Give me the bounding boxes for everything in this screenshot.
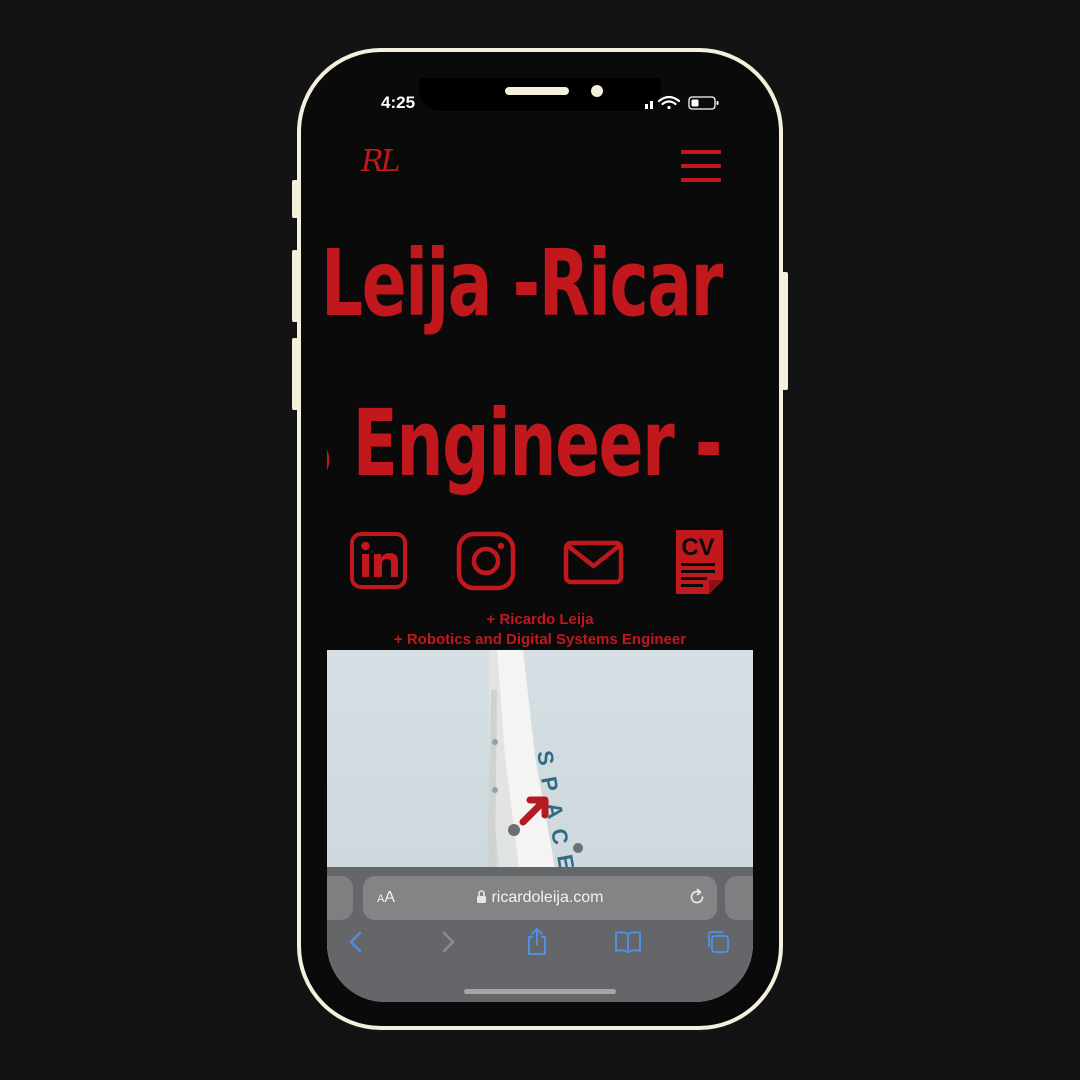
email-icon[interactable] — [563, 530, 625, 597]
svg-text:P: P — [536, 775, 563, 794]
svg-text:S: S — [532, 749, 559, 768]
back-icon[interactable] — [345, 929, 367, 960]
linkedin-icon[interactable] — [349, 530, 409, 597]
site-logo[interactable]: RL — [361, 144, 400, 179]
speaker — [505, 87, 569, 95]
instagram-icon[interactable] — [455, 530, 517, 597]
url-text: ricardoleija.com — [491, 889, 604, 906]
home-indicator[interactable] — [464, 989, 616, 994]
power-button — [782, 272, 788, 390]
forward-icon[interactable] — [437, 929, 459, 960]
menu-icon[interactable] — [681, 150, 721, 184]
lock-icon — [477, 890, 487, 903]
svg-text:C: C — [546, 827, 573, 847]
cellular-signal-icon — [645, 101, 653, 109]
tabs-icon[interactable] — [705, 929, 731, 960]
volume-up-button — [292, 250, 298, 322]
name-marquee: Leija -Ricar — [327, 230, 753, 340]
safari-toolbar: AA ricardoleija.com — [327, 867, 753, 1002]
wifi-icon — [657, 95, 681, 110]
bookmarks-icon[interactable] — [614, 929, 642, 960]
status-icons — [645, 95, 721, 116]
battery-icon — [688, 96, 719, 110]
title-marquee: s Engineer - — [327, 390, 753, 520]
address-bar[interactable]: AA ricardoleija.com — [363, 876, 717, 920]
name-marquee-text: Leija -Ricar — [327, 230, 723, 337]
cv-icon-label: CV — [681, 534, 714, 561]
mute-switch — [292, 180, 298, 218]
share-icon[interactable] — [525, 927, 549, 962]
phone-screen: 4:25 RL Leija -Ricar s Engineer - CV + R… — [327, 78, 753, 1002]
front-camera — [591, 85, 603, 97]
volume-down-button — [292, 338, 298, 410]
next-tab-pill[interactable] — [725, 876, 753, 920]
tagline-name: + Ricardo Leija — [486, 611, 594, 628]
title-marquee-text: s Engineer - — [327, 390, 722, 497]
notch — [419, 78, 661, 111]
tagline-title: + Robotics and Digital Systems Engineer — [393, 631, 687, 648]
status-time: 4:25 — [381, 93, 416, 112]
cv-download-icon[interactable]: CV — [673, 530, 727, 601]
prev-tab-pill[interactable] — [327, 876, 353, 920]
reload-icon[interactable] — [687, 887, 707, 912]
url-display[interactable]: ricardoleija.com — [363, 889, 717, 907]
